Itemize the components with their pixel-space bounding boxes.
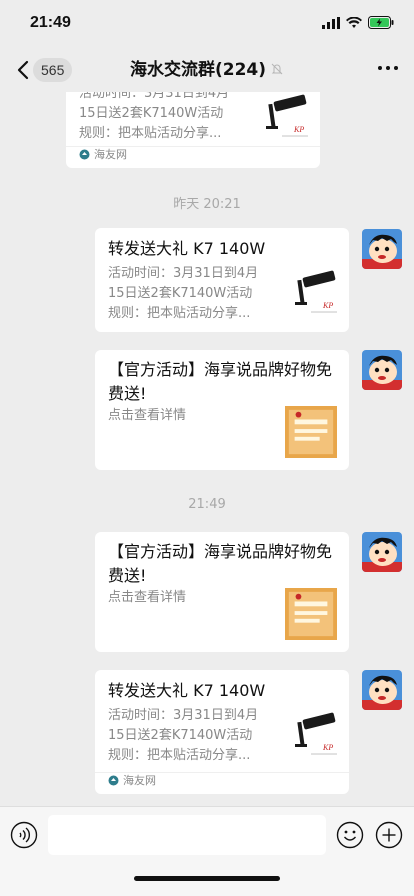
link-card-message[interactable]: 转发送大礼 K7 140W 活动时间：3月31日到4月 15日送2套K7140W… — [95, 670, 349, 794]
card-title: 【官方活动】海享说品牌好物免费送! — [108, 360, 333, 403]
card-desc-line: 15日送2套K7140W活动 — [108, 728, 253, 743]
card-title: 【官方活动】海享说品牌好物免费送! — [108, 542, 333, 585]
cartoon-avatar-icon — [362, 229, 402, 269]
svg-text:KP: KP — [322, 743, 333, 752]
chat-timestamp: 21:49 — [188, 497, 226, 512]
source-logo-icon — [108, 775, 119, 785]
status-icons — [322, 16, 394, 29]
card-desc-line: 规则：把本贴活动分享... — [108, 306, 251, 321]
card-desc-line: 15日送2套K7140W活动 — [79, 106, 224, 121]
chat-timestamp: 昨天 20:21 — [173, 197, 241, 212]
chat-input-bar — [0, 806, 414, 896]
add-more-icon[interactable] — [375, 821, 403, 849]
card-title: 转发送大礼 K7 140W — [108, 239, 266, 258]
card-desc-line: 规则：把本贴活动分享... — [108, 748, 251, 763]
home-indicator[interactable] — [134, 876, 280, 881]
cartoon-avatar-icon — [362, 532, 402, 572]
link-card-message[interactable]: 【官方活动】海享说品牌好物免费送! 点击查看详情 — [95, 350, 349, 470]
wifi-icon — [346, 16, 362, 28]
mute-bell-icon — [271, 63, 283, 75]
message-input[interactable] — [48, 815, 326, 855]
cartoon-avatar-icon — [362, 670, 402, 710]
avatar[interactable] — [362, 229, 402, 269]
signal-icon — [322, 16, 340, 29]
status-time: 21:49 — [30, 14, 71, 31]
card-desc-line: 规则：把本贴活动分享... — [79, 126, 222, 141]
more-options-icon[interactable] — [378, 66, 398, 70]
nav-bar: 565 海水交流群(224) — [0, 48, 414, 92]
lamp-thumbnail-icon: KP — [266, 94, 308, 137]
chat-title: 海水交流群(224) — [0, 58, 414, 82]
lamp-thumbnail-icon: KP — [295, 712, 337, 755]
card-source-name: 海友网 — [94, 148, 127, 161]
avatar[interactable] — [362, 532, 402, 572]
card-source-name: 海友网 — [123, 774, 156, 787]
avatar[interactable] — [362, 350, 402, 390]
card-source: 海友网 — [79, 146, 127, 162]
card-description: 点击查看详情 — [108, 588, 278, 608]
avatar[interactable] — [362, 670, 402, 710]
chat-title-text: 海水交流群(224) — [129, 60, 267, 80]
emoji-icon[interactable] — [336, 821, 364, 849]
card-source: 海友网 — [108, 772, 156, 788]
card-desc-line: 点击查看详情 — [108, 590, 187, 605]
link-card-message[interactable]: 【官方活动】海享说品牌好物免费送! 点击查看详情 — [95, 532, 349, 652]
lamp-thumbnail-icon: KP — [295, 270, 337, 313]
cartoon-avatar-icon — [362, 350, 402, 390]
svg-text:KP: KP — [322, 301, 333, 310]
card-desc-line: 点击查看详情 — [108, 408, 187, 423]
poster-thumbnail-icon — [285, 588, 337, 640]
card-description: 活动时间：3月31日到4月 15日送2套K7140W活动 规则：把本贴活动分享.… — [108, 264, 278, 324]
card-description: 活动时间：3月31日到4月 15日送2套K7140W活动 规则：把本贴活动分享.… — [108, 706, 278, 766]
card-title: 转发送大礼 K7 140W — [108, 681, 266, 700]
link-card-message[interactable]: 转发送大礼 K7 140W 活动时间：3月31日到4月 15日送2套K7140W… — [95, 228, 349, 332]
card-desc-line: 活动时间：3月31日到4月 — [108, 266, 259, 281]
card-description: 点击查看详情 — [108, 406, 278, 426]
svg-text:KP: KP — [293, 125, 304, 134]
voice-input-icon[interactable] — [10, 821, 38, 849]
chat-messages[interactable]: 活动时间：3月31日到4月 15日送2套K7140W活动 规则：把本贴活动分享.… — [0, 92, 414, 806]
card-desc-line: 15日送2套K7140W活动 — [108, 286, 253, 301]
card-desc-line: 活动时间：3月31日到4月 — [79, 92, 230, 101]
card-desc-line: 活动时间：3月31日到4月 — [108, 708, 259, 723]
link-card-message[interactable]: 活动时间：3月31日到4月 15日送2套K7140W活动 规则：把本贴活动分享.… — [66, 92, 320, 168]
source-logo-icon — [79, 149, 90, 159]
card-description: 活动时间：3月31日到4月 15日送2套K7140W活动 规则：把本贴活动分享.… — [79, 92, 249, 144]
poster-thumbnail-icon — [285, 406, 337, 458]
status-bar: 21:49 — [0, 0, 414, 48]
battery-charging-icon — [368, 16, 394, 29]
